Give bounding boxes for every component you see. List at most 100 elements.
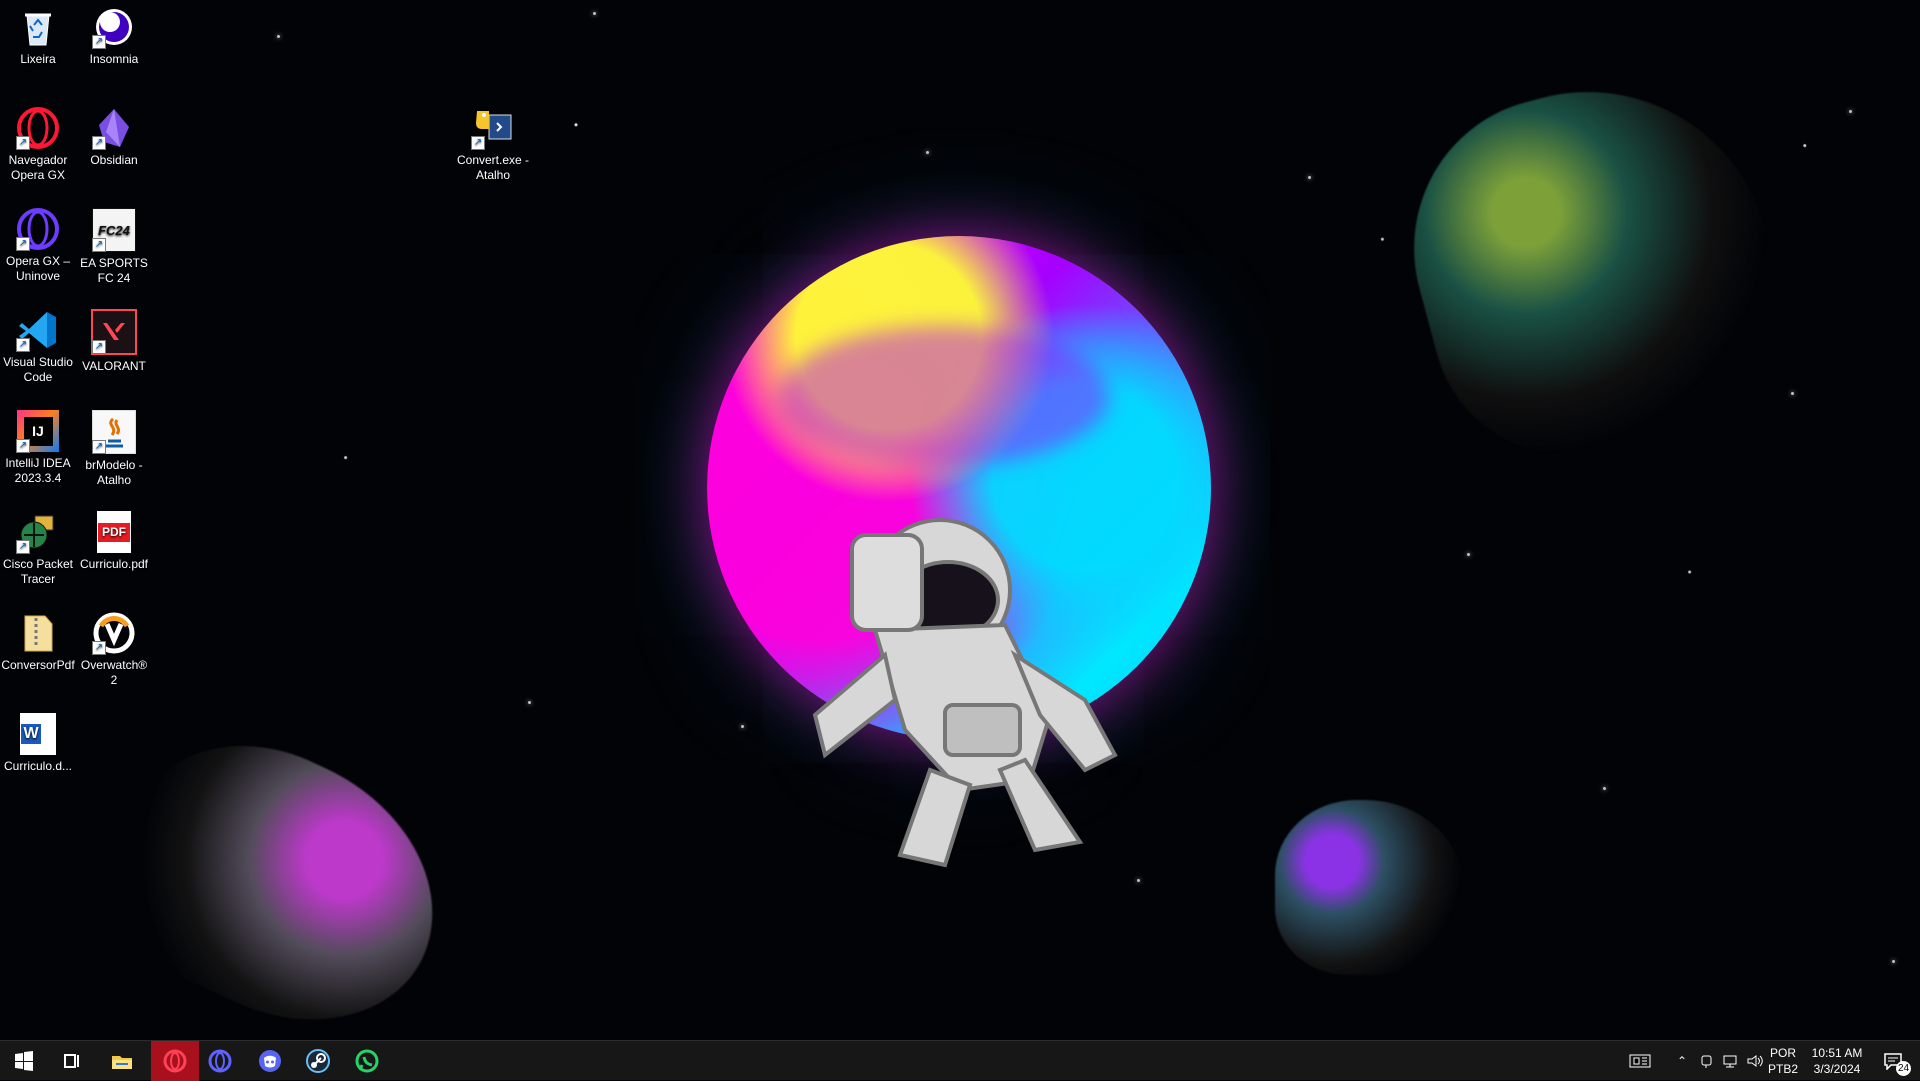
tray-overflow-button[interactable]: ⌃ <box>1671 1041 1693 1081</box>
desktop-icon-cisco-packet-tracer[interactable]: ↗ Cisco Packet Tracer <box>0 511 76 587</box>
shortcut-arrow-icon: ↗ <box>92 340 106 354</box>
taskbar-file-explorer-button[interactable] <box>98 1041 146 1081</box>
desktop-icon-brmodelo[interactable]: ↗ brModelo - Atalho <box>76 410 152 488</box>
shortcut-arrow-icon: ↗ <box>16 237 30 251</box>
word-document-icon: W <box>20 713 56 755</box>
desktop-icon-valorant[interactable]: ↗ VALORANT <box>76 309 152 374</box>
network-icon <box>1723 1055 1737 1068</box>
desktop-icon-curriculo-docx[interactable]: W Curriculo.d... <box>0 713 76 774</box>
desktop-icon-opera-gx-uninove[interactable]: ↗ Opera GX – Uninove <box>0 208 76 284</box>
speaker-icon <box>1747 1055 1763 1067</box>
clock-time: 10:51 AM <box>1811 1046 1863 1060</box>
desktop-icon-label: EA SPORTS FC 24 <box>80 256 148 285</box>
camera-icon <box>1701 1055 1712 1068</box>
shortcut-arrow-icon: ↗ <box>16 338 30 352</box>
windows-taskbar: ⌃ POR PTB2 10:51 AM 3/3/2024 24 <box>0 1040 1920 1081</box>
desktop-icon-label: Curriculo.pdf <box>79 557 149 571</box>
clock-date: 3/3/2024 <box>1813 1062 1861 1076</box>
desktop-icon-label: Visual Studio Code <box>3 355 73 384</box>
opera-browser-icon <box>208 1049 232 1073</box>
tray-news-widget-button[interactable] <box>1625 1041 1655 1081</box>
shortcut-arrow-icon: ↗ <box>471 136 485 150</box>
python-shortcut-icon: ↗ <box>471 107 514 150</box>
opera-gx-icon: ↗ <box>16 107 59 150</box>
desktop-wallpaper <box>0 0 1920 1040</box>
pdf-badge-text: PDF <box>98 522 130 542</box>
shortcut-arrow-icon: ↗ <box>92 136 106 150</box>
desktop-icon-obsidian[interactable]: ↗ Obsidian <box>76 107 152 168</box>
overwatch-icon: ↗ <box>92 612 135 655</box>
taskbar-discord-button[interactable] <box>246 1041 294 1081</box>
tray-camera-button[interactable] <box>1697 1041 1717 1081</box>
desktop-icon-lixeira[interactable]: Lixeira <box>0 6 76 67</box>
tray-network-button[interactable] <box>1719 1041 1743 1081</box>
steam-icon <box>306 1049 330 1073</box>
opera-gx-icon: ↗ <box>16 208 59 251</box>
desktop-icon-label: Obsidian <box>90 153 138 167</box>
input-language-indicator[interactable]: POR PTB2 <box>1763 1045 1803 1077</box>
discord-icon <box>259 1050 281 1072</box>
task-view-icon <box>64 1054 79 1068</box>
desktop-icon-label: Insomnia <box>89 52 139 66</box>
desktop-icon-label: Navegador Opera GX <box>8 153 68 182</box>
java-brmodelo-icon: ↗ <box>92 410 136 454</box>
desktop-icon-curriculo-pdf[interactable]: PDF Curriculo.pdf <box>76 511 152 572</box>
cisco-packet-tracer-icon: ↗ <box>16 511 59 554</box>
shortcut-arrow-icon: ↗ <box>92 35 106 49</box>
whatsapp-icon <box>355 1049 379 1073</box>
desktop-icon-label: IntelliJ IDEA 2023.3.4 <box>5 456 71 485</box>
recycle-bin-icon <box>17 6 59 48</box>
taskbar-steam-button[interactable] <box>294 1041 342 1081</box>
desktop-icon-label: Overwatch® 2 <box>80 658 148 687</box>
intellij-idea-icon: IJ ↗ <box>16 410 59 453</box>
desktop-icon-overwatch-2[interactable]: ↗ Overwatch® 2 <box>76 612 152 688</box>
taskbar-start-button[interactable] <box>0 1041 48 1081</box>
taskbar-opera-browser-button[interactable] <box>196 1041 244 1081</box>
desktop-icon-insomnia[interactable]: ↗ Insomnia <box>76 6 152 67</box>
language-code: POR <box>1769 1046 1796 1060</box>
insomnia-icon: ↗ <box>92 6 135 49</box>
desktop-icon-visual-studio-code[interactable]: ↗ Visual Studio Code <box>0 309 76 385</box>
desktop-icon-label: VALORANT <box>82 359 146 373</box>
taskbar-clock[interactable]: 10:51 AM 3/3/2024 <box>1802 1045 1872 1077</box>
pdf-file-icon: PDF <box>97 511 131 553</box>
desktop-icon-label: Opera GX – Uninove <box>5 254 71 283</box>
desktop-icon-label: Cisco Packet Tracer <box>2 557 74 586</box>
desktop-icon-label: ConversorPdf <box>1 658 75 672</box>
shortcut-arrow-icon: ↗ <box>16 136 30 150</box>
visual-studio-code-icon: ↗ <box>16 309 59 352</box>
astronaut-illustration <box>812 518 1118 868</box>
desktop-icon-label: brModelo - Atalho <box>85 458 143 487</box>
desktop-icon-intellij-idea[interactable]: IJ ↗ IntelliJ IDEA 2023.3.4 <box>0 410 76 486</box>
opera-gx-icon <box>163 1049 187 1073</box>
pink-asteroid <box>82 704 478 1040</box>
file-explorer-icon <box>112 1056 132 1069</box>
windows-start-icon <box>15 1051 33 1071</box>
ea-sports-fc-icon: FC24 ↗ <box>92 208 136 252</box>
desktop-icon-conversorpdf[interactable]: ConversorPdf <box>0 612 76 673</box>
purple-asteroid <box>1275 800 1465 975</box>
taskbar-opera-gx-button[interactable] <box>151 1041 199 1081</box>
desktop-icon-label: Lixeira <box>20 52 56 66</box>
valorant-icon: ↗ <box>91 309 137 355</box>
desktop-icon-label: Convert.exe - Atalho <box>456 153 530 182</box>
shortcut-arrow-icon: ↗ <box>92 641 106 655</box>
desktop-icon-label: Curriculo.d... <box>3 759 73 773</box>
obsidian-icon: ↗ <box>92 107 135 150</box>
chevron-up-icon: ⌃ <box>1676 1054 1688 1068</box>
shortcut-arrow-icon: ↗ <box>16 439 30 453</box>
shortcut-arrow-icon: ↗ <box>92 238 106 252</box>
news-widget-icon <box>1629 1054 1651 1068</box>
notifications-button[interactable]: 24 <box>1872 1041 1914 1081</box>
ea-fc-badge-text: FC24 <box>98 222 130 238</box>
desktop-icon-convert-exe[interactable]: ↗ Convert.exe - Atalho <box>455 107 531 183</box>
taskbar-task-view-button[interactable] <box>48 1041 96 1081</box>
green-asteroid <box>1380 50 1810 485</box>
desktop-icon-ea-sports-fc-24[interactable]: FC24 ↗ EA SPORTS FC 24 <box>76 208 152 286</box>
shortcut-arrow-icon: ↗ <box>92 440 106 454</box>
keyboard-layout: PTB2 <box>1767 1062 1798 1076</box>
desktop-icon-opera-gx[interactable]: ↗ Navegador Opera GX <box>0 107 76 183</box>
word-badge-text: W <box>21 724 41 744</box>
taskbar-whatsapp-button[interactable] <box>343 1041 391 1081</box>
folder-zip-icon <box>17 612 59 654</box>
